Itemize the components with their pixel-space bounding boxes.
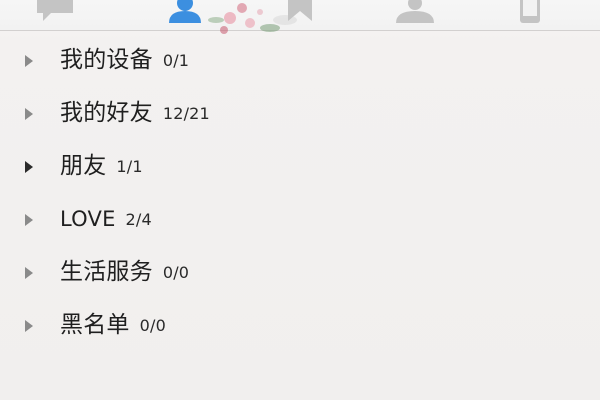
group-name: 生活服务 [60, 259, 153, 285]
group-online-count: 0/0 [139, 316, 166, 335]
group-online-count: 2/4 [125, 210, 152, 229]
expand-arrow-icon[interactable] [24, 266, 34, 280]
expand-arrow-icon[interactable] [24, 160, 34, 174]
group-row-my-devices[interactable]: 我的设备 0/1 [0, 34, 600, 87]
group-row-life-services[interactable]: 生活服务 0/0 [0, 246, 600, 299]
tab-mobile[interactable] [495, 0, 565, 30]
recent-person-icon [390, 0, 440, 25]
group-row-friends[interactable]: 朋友 1/1 [0, 140, 600, 193]
group-online-count: 0/0 [162, 263, 190, 282]
tab-recent[interactable] [380, 0, 450, 30]
contact-group-list: 我的设备 0/1 我的好友 12/21 朋友 1/1 LOVE 2/4 生活服务… [0, 31, 600, 400]
group-online-count: 12/21 [162, 104, 210, 123]
expand-arrow-icon[interactable] [24, 319, 34, 333]
group-row-my-friends[interactable]: 我的好友 12/21 [0, 87, 600, 140]
contacts-person-icon [160, 0, 210, 25]
group-name: LOVE [60, 207, 116, 231]
tab-contacts[interactable] [150, 0, 220, 30]
expand-arrow-icon[interactable] [24, 54, 34, 68]
chat-bubble-icon [33, 0, 77, 25]
mobile-phone-icon [510, 0, 550, 25]
tab-bar [0, 0, 600, 34]
contact-panel: 我的设备 0/1 我的好友 12/21 朋友 1/1 LOVE 2/4 生活服务… [0, 0, 600, 400]
star-favorites-icon [280, 0, 320, 25]
tab-chats[interactable] [20, 0, 90, 30]
expand-arrow-icon[interactable] [24, 213, 34, 227]
group-online-count: 0/1 [162, 51, 190, 70]
group-row-blacklist[interactable]: 黑名单 0/0 [0, 299, 600, 352]
tab-favorites[interactable] [265, 0, 335, 30]
group-name: 我的设备 [60, 47, 153, 73]
group-name: 黑名单 [60, 312, 130, 338]
group-name: 我的好友 [60, 100, 153, 126]
group-name: 朋友 [60, 153, 107, 179]
group-online-count: 1/1 [116, 157, 143, 176]
group-row-love[interactable]: LOVE 2/4 [0, 193, 600, 246]
expand-arrow-icon[interactable] [24, 107, 34, 121]
